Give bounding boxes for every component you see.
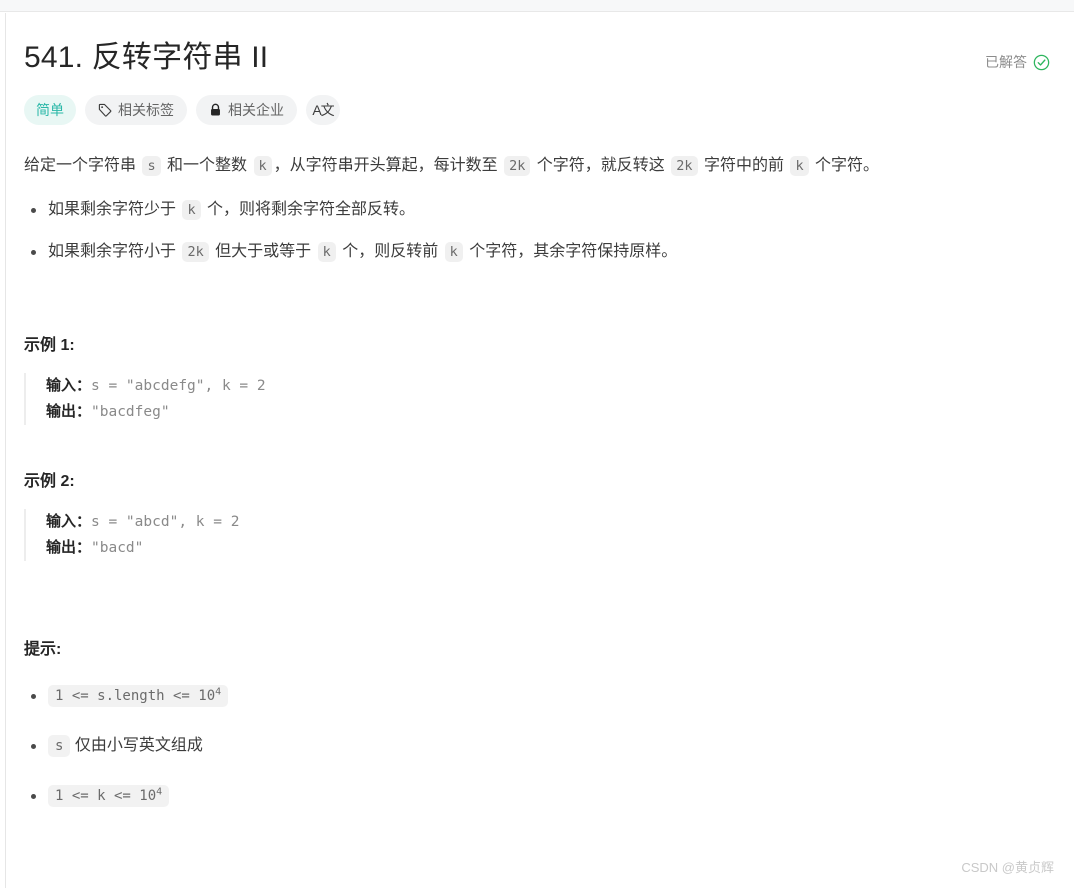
list-item: 1 <= k <= 104 xyxy=(31,781,1050,811)
example-block-1: 示例 1: 输入：s = "abcdefg", k = 2 输出："bacdfe… xyxy=(24,333,1050,425)
constraint-code: s xyxy=(48,735,71,757)
intro-text-5: 字符中的前 xyxy=(699,157,789,174)
example-code: 输入：s = "abcd", k = 2 输出："bacd" xyxy=(24,509,1050,561)
rule-text-2: 个，则将剩余字符全部反转。 xyxy=(202,201,416,218)
left-divider-rail xyxy=(5,13,6,888)
list-item: 1 <= s.length <= 104 xyxy=(31,681,1050,711)
inline-code-k-a: k xyxy=(317,242,336,262)
example-title: 示例 1: xyxy=(24,337,75,354)
list-item: s 仅由小写英文组成 xyxy=(31,731,1050,761)
constraint-code: 1 <= k <= 104 xyxy=(48,785,170,807)
rules-list: 如果剩余字符少于 k 个，则将剩余字符全部反转。 如果剩余字符小于 2k 但大于… xyxy=(24,195,1050,267)
related-companies-button[interactable]: 相关企业 xyxy=(196,95,297,125)
title-row: 541. 反转字符串 II 已解答 xyxy=(24,12,1050,78)
page-title: 541. 反转字符串 II xyxy=(24,41,269,74)
example-code: 输入：s = "abcdefg", k = 2 输出："bacdfeg" xyxy=(24,373,1050,425)
difficulty-label: 简单 xyxy=(36,102,64,118)
list-item: 如果剩余字符小于 2k 但大于或等于 k 个，则反转前 k 个字符，其余字符保持… xyxy=(31,237,1050,267)
translate-icon: A文 xyxy=(312,102,334,118)
check-circle-icon xyxy=(1033,54,1050,71)
intro-text-2: 和一个整数 xyxy=(162,157,252,174)
list-item: 如果剩余字符少于 k 个，则将剩余字符全部反转。 xyxy=(31,195,1050,225)
rule-text-4: 个字符，其余字符保持原样。 xyxy=(464,243,678,260)
tag-icon xyxy=(98,103,112,117)
hints-block: 提示: 1 <= s.length <= 104 s 仅由小写英文组成 1 <=… xyxy=(24,637,1050,811)
inline-code-k-b: k xyxy=(444,242,463,262)
output-value: "bacdfeg" xyxy=(91,404,170,420)
browser-top-strip xyxy=(0,0,1074,12)
input-value: s = "abcdefg", k = 2 xyxy=(91,378,266,394)
watermark: CSDN @黄贞辉 xyxy=(961,860,1054,875)
inline-code-s: s xyxy=(142,156,161,176)
solved-status: 已解答 xyxy=(985,52,1050,72)
problem-page: 541. 反转字符串 II 已解答 简单 相关标签 相关企业 A文 给定一个字符… xyxy=(0,12,1074,811)
inline-code-2k: 2k xyxy=(182,242,209,262)
rule-text-3: 个，则反转前 xyxy=(337,243,443,260)
lock-icon xyxy=(209,103,222,117)
intro-text-3: ，从字符串开头算起，每计数至 xyxy=(273,157,503,174)
description-intro: 给定一个字符串 s 和一个整数 k ，从字符串开头算起，每计数至 2k 个字符，就… xyxy=(24,151,1050,181)
related-tags-label: 相关标签 xyxy=(118,102,174,118)
output-label: 输出： xyxy=(46,403,92,420)
related-companies-label: 相关企业 xyxy=(228,102,284,118)
hints-list: 1 <= s.length <= 104 s 仅由小写英文组成 1 <= k <… xyxy=(24,681,1050,811)
constraint-exponent: 4 xyxy=(215,686,222,698)
intro-text-6: 个字符。 xyxy=(810,157,880,174)
constraint-exponent: 4 xyxy=(156,786,163,798)
hints-title: 提示: xyxy=(24,641,62,658)
inline-code-k: k xyxy=(182,200,201,220)
related-tags-button[interactable]: 相关标签 xyxy=(85,95,187,125)
translate-toggle-button[interactable]: A文 xyxy=(306,95,340,125)
inline-code-k: k xyxy=(253,156,272,176)
difficulty-badge[interactable]: 简单 xyxy=(24,95,76,125)
problem-description: 给定一个字符串 s 和一个整数 k ，从字符串开头算起，每计数至 2k 个字符，就… xyxy=(24,151,1050,811)
intro-text-4: 个字符，就反转这 xyxy=(532,157,670,174)
inline-code-2k-b: 2k xyxy=(671,156,698,176)
inline-code-2k-a: 2k xyxy=(504,156,531,176)
output-label: 输出： xyxy=(46,539,92,556)
example-block-2: 示例 2: 输入：s = "abcd", k = 2 输出："bacd" xyxy=(24,469,1050,561)
intro-text-1: 给定一个字符串 xyxy=(24,157,141,174)
rule-text-1: 如果剩余字符少于 xyxy=(48,201,181,218)
badge-row: 简单 相关标签 相关企业 A文 xyxy=(24,95,1050,125)
example-title: 示例 2: xyxy=(24,473,75,490)
input-label: 输入： xyxy=(46,377,92,394)
constraint-text: 1 <= s.length <= 10 xyxy=(55,688,216,704)
input-value: s = "abcd", k = 2 xyxy=(91,514,240,530)
constraint-code: 1 <= s.length <= 104 xyxy=(48,685,229,707)
rule-text-2: 但大于或等于 xyxy=(210,243,316,260)
constraint-text: 1 <= k <= 10 xyxy=(55,788,157,804)
output-value: "bacd" xyxy=(91,540,144,556)
inline-code-k-b: k xyxy=(790,156,809,176)
rule-text-1: 如果剩余字符小于 xyxy=(48,243,181,260)
solved-label: 已解答 xyxy=(985,54,1027,70)
input-label: 输入： xyxy=(46,513,92,530)
constraint-text: s xyxy=(55,738,64,754)
constraint-after: 仅由小写英文组成 xyxy=(70,737,203,754)
